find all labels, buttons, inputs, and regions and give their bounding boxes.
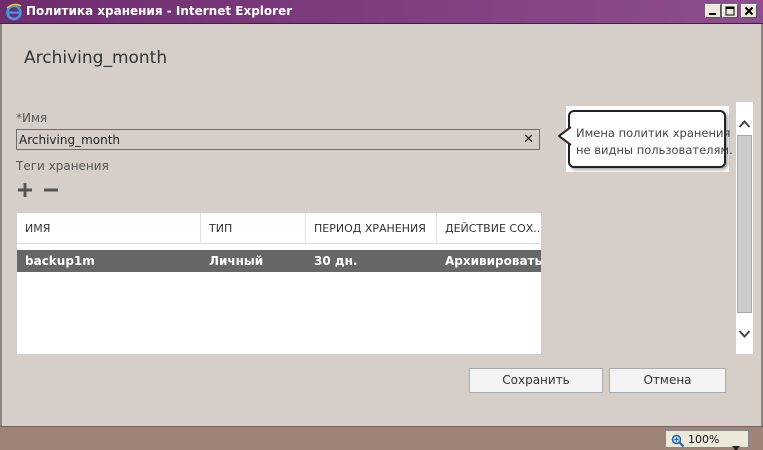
save-button[interactable]: Сохранить — [469, 368, 603, 393]
column-header-period[interactable]: ПЕРИОД ХРАНЕНИЯ — [306, 213, 437, 244]
minimize-button[interactable] — [705, 4, 721, 18]
cell-name: backup1m — [25, 254, 95, 268]
name-field-label: *Имя — [16, 111, 48, 125]
ie-icon — [5, 3, 23, 21]
maximize-icon — [725, 6, 735, 16]
minus-icon[interactable] — [42, 181, 60, 199]
page-title: Archiving_month — [24, 48, 168, 68]
close-icon — [744, 6, 754, 16]
tooltip-arrow-icon — [558, 126, 572, 146]
name-input-value: Archiving_month — [19, 133, 121, 147]
table-header: ИМЯ ТИП ПЕРИОД ХРАНЕНИЯ ДЕЙСТВИЕ СОХ... — [17, 213, 541, 244]
tooltip-line-1: Имена политик хранения — [576, 126, 731, 140]
name-tooltip: Имена политик хранения не видны пользова… — [558, 110, 733, 168]
maximize-button[interactable] — [722, 4, 738, 18]
tags-table: ИМЯ ТИП ПЕРИОД ХРАНЕНИЯ ДЕЙСТВИЕ СОХ... … — [16, 212, 542, 355]
clear-icon[interactable]: ✕ — [523, 132, 534, 147]
zoom-icon — [671, 433, 685, 450]
status-bar: 100% — [0, 426, 763, 450]
zoom-level: 100% — [688, 433, 720, 446]
column-header-type[interactable]: ТИП — [201, 213, 306, 244]
close-window-button[interactable] — [741, 4, 757, 18]
cell-period: 30 дн. — [314, 254, 358, 268]
window-titlebar: Политика хранения - Internet Explorer — [0, 0, 763, 24]
tooltip-line-2: не видны пользователям. — [576, 143, 733, 157]
scroll-up-icon[interactable] — [736, 116, 753, 132]
scrollbar-thumb[interactable] — [737, 135, 752, 313]
cell-action: Архивировать — [445, 254, 543, 268]
minimize-icon — [709, 13, 716, 15]
column-header-name[interactable]: ИМЯ — [17, 213, 201, 244]
name-input[interactable]: Archiving_month ✕ — [16, 129, 540, 150]
vertical-scrollbar[interactable] — [736, 102, 753, 354]
cell-type: Личный — [209, 254, 264, 268]
window-title: Политика хранения - Internet Explorer — [26, 4, 293, 18]
column-header-action[interactable]: ДЕЙСТВИЕ СОХ... — [437, 213, 541, 244]
zoom-control[interactable]: 100% — [665, 430, 749, 450]
table-row[interactable]: backup1m Личный 30 дн. Архивировать — [17, 250, 543, 272]
cancel-button[interactable]: Отмена — [609, 368, 726, 393]
chevron-down-icon[interactable] — [732, 437, 740, 450]
plus-icon[interactable] — [16, 181, 34, 199]
scroll-down-icon[interactable] — [736, 326, 753, 342]
tags-label: Теги хранения — [16, 159, 109, 173]
